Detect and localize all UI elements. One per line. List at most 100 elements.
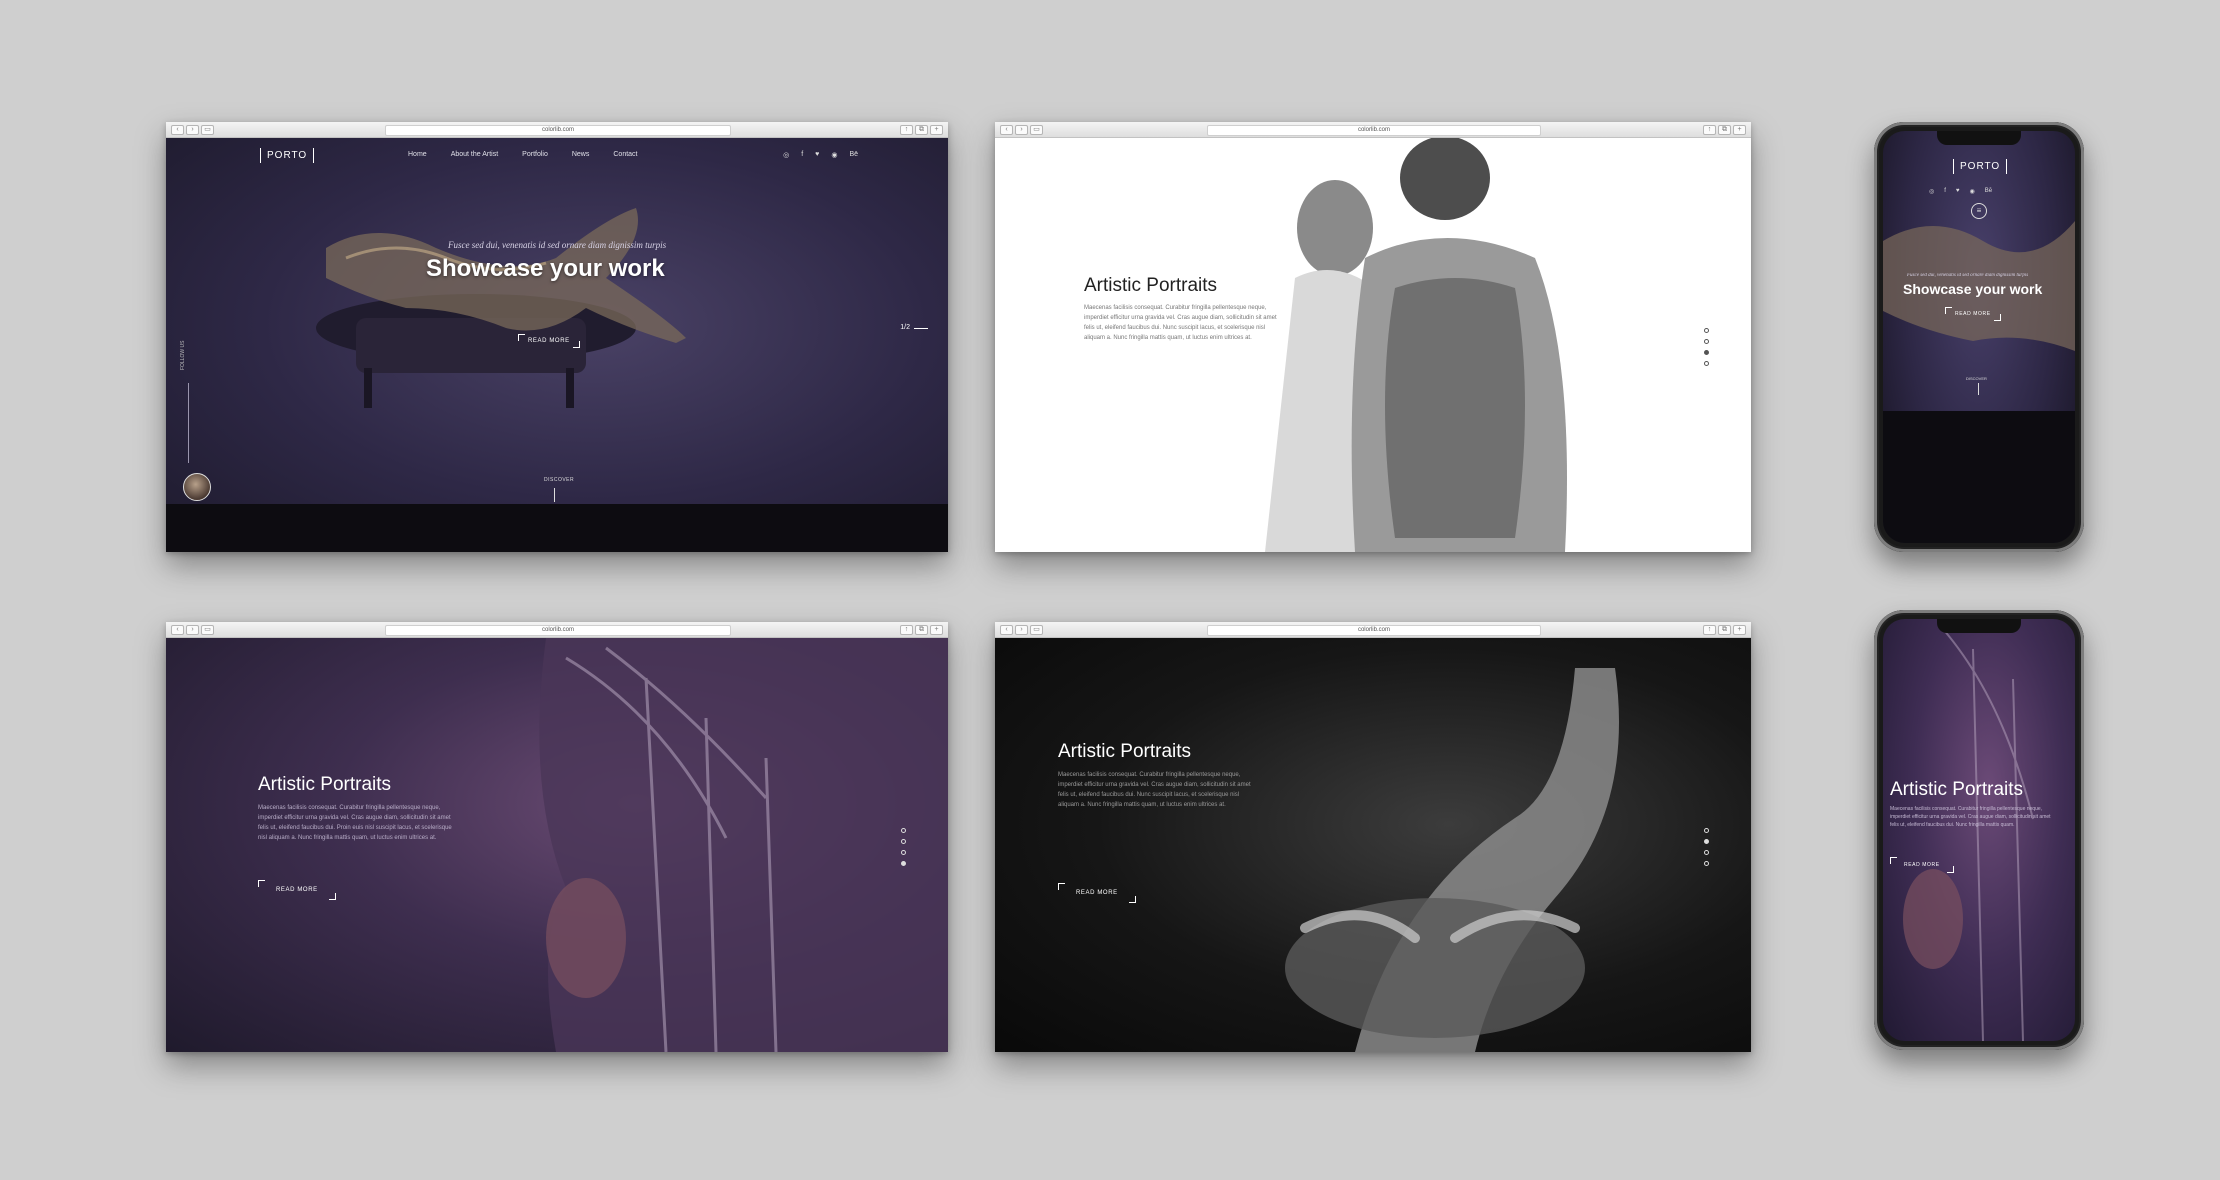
slide-dot[interactable]: [901, 828, 906, 833]
section-title: Artistic Portraits: [1084, 275, 1218, 296]
sidebar-icon[interactable]: ▭: [201, 625, 214, 635]
new-tab-icon[interactable]: +: [930, 625, 943, 635]
address-bar[interactable]: colorlib.com: [384, 625, 732, 636]
scroll-down-icon[interactable]: [554, 488, 555, 502]
slide-dot[interactable]: [1704, 828, 1709, 833]
address-bar[interactable]: colorlib.com: [384, 125, 732, 136]
scroll-down-icon[interactable]: [1978, 383, 1979, 395]
tabs-icon[interactable]: ⧉: [915, 625, 928, 635]
read-more-button[interactable]: READ MORE: [1058, 883, 1136, 903]
desktop-screen-portraits-dark: ‹ › ▭ colorlib.com ↑ ⧉ + Artistic Portra…: [995, 622, 1751, 1052]
portrait-photo: [539, 638, 948, 1052]
social-links: ◎ f ♥ ◉ Bē: [1929, 188, 1992, 195]
new-tab-icon[interactable]: +: [1733, 625, 1746, 635]
slide-dot[interactable]: [1704, 861, 1709, 866]
forward-icon[interactable]: ›: [1015, 125, 1028, 135]
share-icon[interactable]: ↑: [900, 625, 913, 635]
next-section-preview: [1883, 411, 2075, 543]
site-logo[interactable]: PORTO: [260, 148, 315, 163]
nav-item-about[interactable]: About the Artist: [451, 151, 498, 158]
new-tab-icon[interactable]: +: [930, 125, 943, 135]
portrait-photo: [1265, 138, 1567, 552]
section-paragraph: Maecenas facilisis consequat. Curabitur …: [1890, 806, 2051, 828]
back-icon[interactable]: ‹: [171, 125, 184, 135]
slide-dot-active[interactable]: [1704, 839, 1709, 844]
share-icon[interactable]: ↑: [1703, 625, 1716, 635]
twitter-icon[interactable]: ♥: [1956, 188, 1960, 195]
hero-photo: [316, 208, 686, 408]
forward-icon[interactable]: ›: [186, 625, 199, 635]
forward-icon[interactable]: ›: [1015, 625, 1028, 635]
forward-icon[interactable]: ›: [186, 125, 199, 135]
desktop-screen-portraits-purple: ‹ › ▭ colorlib.com ↑ ⧉ + Artistic Portra…: [166, 622, 948, 1052]
slide-dot[interactable]: [1704, 328, 1709, 333]
discover-label[interactable]: DISCOVER: [544, 477, 574, 483]
slide-dot-active[interactable]: [901, 861, 906, 866]
side-label: FOLLOW US: [180, 340, 186, 370]
read-more-button[interactable]: READ MORE: [258, 880, 336, 900]
sidebar-icon[interactable]: ▭: [1030, 125, 1043, 135]
dribbble-icon[interactable]: ◉: [831, 151, 837, 159]
mobile-screen-hero: PORTO ◎ f ♥ ◉ Bē ≡ Fusce sed dui, venena…: [1874, 122, 2084, 552]
section-title: Artistic Portraits: [258, 774, 392, 795]
nav-item-news[interactable]: News: [572, 151, 590, 158]
section-paragraph: Maecenas facilisis consequat. Curabitur …: [258, 805, 452, 841]
hero-title: Showcase your work: [426, 255, 665, 282]
menu-icon[interactable]: ≡: [1971, 203, 1987, 219]
slide-dots: [901, 828, 906, 866]
sidebar-icon[interactable]: ▭: [201, 125, 214, 135]
sidebar-icon[interactable]: ▭: [1030, 625, 1043, 635]
back-icon[interactable]: ‹: [1000, 125, 1013, 135]
behance-icon[interactable]: Bē: [1985, 188, 1992, 195]
mobile-screen-portraits: Artistic Portraits Maecenas facilisis co…: [1874, 610, 2084, 1050]
slide-dot-active[interactable]: [1704, 350, 1709, 355]
slide-dot[interactable]: [1704, 850, 1709, 855]
slide-dot[interactable]: [1704, 339, 1709, 344]
desktop-screen-hero: ‹ › ▭ colorlib.com ↑ ⧉ + PORTO Home Abou…: [166, 122, 948, 552]
back-icon[interactable]: ‹: [1000, 625, 1013, 635]
address-bar[interactable]: colorlib.com: [1206, 125, 1542, 136]
share-icon[interactable]: ↑: [900, 125, 913, 135]
browser-toolbar: ‹ › ▭ colorlib.com ↑ ⧉ +: [166, 122, 948, 138]
next-arrow-icon[interactable]: [914, 328, 928, 329]
slide-dot[interactable]: [1704, 361, 1709, 366]
read-more-button[interactable]: READ MORE: [1890, 857, 1954, 873]
behance-icon[interactable]: Bē: [849, 151, 858, 159]
tabs-icon[interactable]: ⧉: [1718, 125, 1731, 135]
pinterest-icon[interactable]: ◎: [1929, 188, 1934, 195]
back-icon[interactable]: ‹: [171, 625, 184, 635]
portrait-photo: [1285, 668, 1619, 1052]
twitter-icon[interactable]: ♥: [815, 151, 819, 159]
new-tab-icon[interactable]: +: [1733, 125, 1746, 135]
facebook-icon[interactable]: f: [801, 151, 803, 159]
desktop-screen-portraits-light: ‹ › ▭ colorlib.com ↑ ⧉ + Artistic Portra…: [995, 122, 1751, 552]
browser-toolbar: ‹ › ▭ colorlib.com ↑ ⧉ +: [166, 622, 948, 638]
main-nav: Home About the Artist Portfolio News Con…: [408, 151, 638, 158]
browser-toolbar: ‹ › ▭ colorlib.com ↑ ⧉ +: [995, 122, 1751, 138]
share-icon[interactable]: ↑: [1703, 125, 1716, 135]
discover-label[interactable]: DISCOVER: [1966, 376, 1987, 381]
site-logo[interactable]: PORTO: [1953, 159, 2008, 174]
nav-item-contact[interactable]: Contact: [613, 151, 637, 158]
slide-pager: 1/2: [900, 324, 910, 331]
hero-title: Showcase your work: [1903, 281, 2043, 297]
pinterest-icon[interactable]: ◎: [783, 151, 789, 159]
slide-dot[interactable]: [901, 839, 906, 844]
read-more-button[interactable]: READ MORE: [1945, 307, 2001, 321]
address-bar[interactable]: colorlib.com: [1206, 625, 1542, 636]
nav-item-portfolio[interactable]: Portfolio: [522, 151, 548, 158]
nav-item-home[interactable]: Home: [408, 151, 427, 158]
phone-notch: [1937, 131, 2021, 145]
slide-dots: [1704, 828, 1709, 866]
browser-toolbar: ‹ › ▭ colorlib.com ↑ ⧉ +: [995, 622, 1751, 638]
avatar[interactable]: [183, 473, 211, 501]
tabs-icon[interactable]: ⧉: [915, 125, 928, 135]
section-title: Artistic Portraits: [1058, 741, 1192, 762]
dribbble-icon[interactable]: ◉: [1969, 188, 1974, 195]
phone-notch: [1937, 619, 2021, 633]
tabs-icon[interactable]: ⧉: [1718, 625, 1731, 635]
facebook-icon[interactable]: f: [1944, 188, 1946, 195]
slide-dot[interactable]: [901, 850, 906, 855]
read-more-button[interactable]: READ MORE: [518, 334, 580, 348]
next-section-preview: [166, 504, 948, 552]
